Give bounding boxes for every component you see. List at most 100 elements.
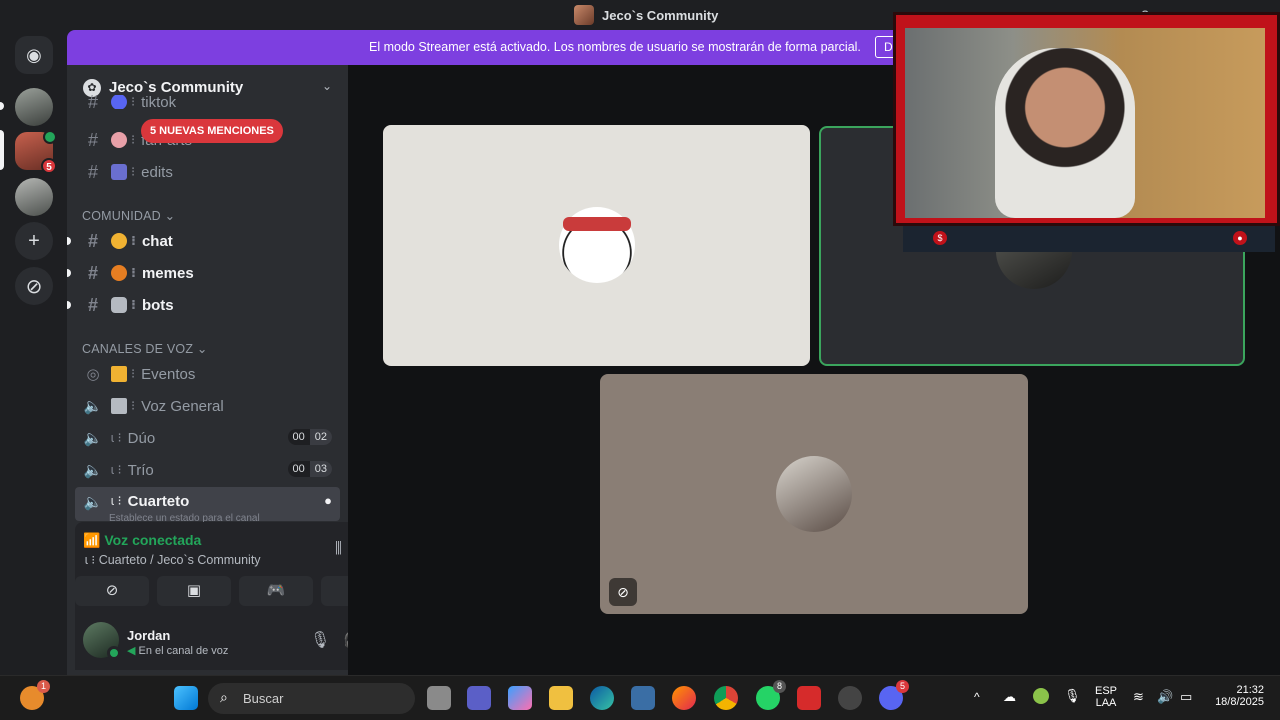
firefox-icon[interactable] — [672, 686, 696, 710]
webcam-footer: $ ● — [903, 226, 1275, 252]
banner-text: El modo Streamer está activado. Los nomb… — [369, 40, 861, 54]
discord-home-icon[interactable]: ◉ — [15, 36, 53, 74]
voice-active-icon — [43, 130, 57, 144]
separator: ⁝ — [131, 366, 136, 381]
soundboard-button[interactable]: ✺ — [321, 576, 348, 606]
channel-memes[interactable]: # ⁝ memes — [67, 258, 340, 288]
channel-tiktok[interactable]: # ⁝ tiktok — [75, 95, 340, 109]
webcam-overlay: $ ● — [893, 12, 1280, 252]
server-icon-jecos-community[interactable]: 5 — [15, 130, 57, 174]
discord-taskbar-icon[interactable]: 5 — [879, 680, 909, 710]
channel-label: Eventos — [141, 365, 196, 383]
server-icon-3[interactable] — [15, 178, 53, 216]
volume-icon[interactable]: 🔊 — [1157, 689, 1173, 705]
voice-location[interactable]: ɩ ⁝ Cuarteto / Jeco`s Community — [85, 552, 261, 567]
chevron-up-icon[interactable]: ^ — [974, 690, 980, 704]
avatar — [776, 456, 852, 532]
category-label: CANALES DE VOZ — [82, 342, 194, 356]
file-explorer-icon[interactable] — [549, 686, 573, 710]
teams-icon[interactable] — [467, 686, 491, 710]
camera-off-icon: ⊘ — [609, 578, 637, 606]
activity-button[interactable]: 🎮 — [239, 576, 313, 606]
channel-emoji-icon — [111, 164, 127, 180]
selected-pill — [0, 130, 4, 170]
noise-suppression-icon[interactable]: ⫼ — [335, 540, 342, 557]
category-community[interactable]: COMUNIDAD ⌄ — [82, 208, 175, 223]
channel-edits[interactable]: # ⁝ edits — [75, 157, 340, 187]
channel-chat[interactable]: # ⁝ chat — [67, 226, 340, 256]
participant-tile-3[interactable]: ⊘ — [600, 374, 1028, 614]
robot-icon — [111, 297, 127, 313]
mic-emoji-icon: ɩ ⁝ — [111, 430, 122, 445]
chevron-down-icon: ⌄ — [321, 79, 332, 93]
channel-sidebar: ✿ Jeco`s Community ⌄ # ⁝ tiktok # ⁝ fan-… — [67, 65, 348, 675]
language-indicator[interactable]: ESP LAA — [1094, 685, 1118, 709]
explore-icon[interactable]: ⊘ — [15, 267, 53, 305]
user-limit-counter: 00 02 — [287, 429, 332, 445]
category-label: COMUNIDAD — [82, 209, 161, 223]
clock[interactable]: 21:32 18/8/2025 — [1208, 684, 1264, 708]
wifi-icon[interactable]: ≋ — [1133, 689, 1144, 705]
whatsapp-icon[interactable]: 8 — [756, 680, 786, 710]
chrome-icon[interactable] — [714, 686, 738, 710]
separator: ⁝ — [131, 95, 136, 109]
online-status-icon — [107, 646, 121, 660]
voice-channel-eventos[interactable]: ◎ ⁝ Eventos — [75, 359, 340, 389]
search-input[interactable]: ⌕ Buscar — [208, 683, 415, 714]
channel-bots[interactable]: # ⁝ bots — [67, 290, 340, 320]
discord-badge: 5 — [896, 680, 909, 693]
channel-label: Trío — [127, 461, 154, 479]
microphone-icon[interactable]: 🎙 — [310, 630, 330, 650]
screen-share-button[interactable]: ▣ — [157, 576, 231, 606]
hash-icon: # — [87, 161, 98, 182]
task-view-icon[interactable] — [427, 686, 451, 710]
channel-label: chat — [141, 232, 173, 250]
battery-icon[interactable]: ▭ — [1180, 689, 1192, 705]
voice-channel-voz-general[interactable]: 🔈 ⁝ Voz General — [75, 391, 340, 421]
widgets-badge: 1 — [37, 680, 50, 693]
copilot-icon[interactable] — [508, 686, 532, 710]
channel-label: Dúo — [127, 429, 156, 447]
widgets-icon[interactable]: 1 — [20, 680, 50, 710]
start-windows-icon[interactable] — [174, 686, 198, 710]
server-icon-1[interactable] — [15, 88, 53, 126]
onedrive-icon[interactable]: ☁ — [1003, 689, 1016, 705]
voice-connected-status[interactable]: 📶 Voz conectada — [83, 532, 201, 549]
app-icon[interactable] — [838, 686, 862, 710]
microphone-tray-icon[interactable]: 🎙 — [1064, 688, 1081, 704]
voice-channel-duo[interactable]: 🔈 ɩ ⁝ Dúo 00 02 — [75, 423, 340, 453]
mic-emoji-icon: ɩ ⁝ — [111, 462, 122, 477]
tray-app-icon[interactable] — [1033, 688, 1049, 704]
time: 21:32 — [1236, 684, 1264, 696]
username[interactable]: Jordan — [127, 628, 170, 643]
chat-bubble-icon[interactable]: ● — [324, 493, 332, 508]
new-mentions-badge[interactable]: 5 NUEVAS MENCIONES — [141, 119, 283, 143]
edge-icon[interactable] — [590, 686, 614, 710]
lang-bottom: LAA — [1095, 697, 1117, 709]
separator: ⁝ — [131, 297, 136, 312]
separator: ⁝ — [131, 233, 136, 248]
search-icon: ⌕ — [220, 689, 228, 705]
separator: ⁝ — [131, 132, 136, 147]
channel-emoji-icon — [111, 233, 127, 249]
date: 18/8/2025 — [1215, 696, 1264, 708]
store-icon[interactable] — [631, 686, 655, 710]
channel-label: Voz General — [141, 397, 224, 415]
category-voice[interactable]: CANALES DE VOZ ⌄ — [82, 341, 208, 356]
unread-indicator — [67, 269, 71, 277]
webcam-video — [905, 28, 1265, 218]
user-status: ◀ En el canal de voz — [127, 644, 228, 657]
channel-label: memes — [141, 264, 194, 282]
camera-off-button[interactable]: ⊘ — [75, 576, 149, 606]
channel-emoji-icon — [111, 95, 127, 109]
channel-label: edits — [141, 163, 173, 181]
participant-tile-1[interactable] — [383, 125, 810, 366]
whatsapp-badge: 8 — [773, 680, 786, 693]
speaker-icon: 🔈 — [83, 430, 103, 447]
wps-office-icon[interactable] — [797, 686, 821, 710]
voice-channel-trio[interactable]: 🔈 ɩ ⁝ Trío 00 03 — [75, 455, 340, 485]
add-server-icon[interactable]: + — [15, 222, 53, 260]
unread-indicator — [67, 237, 71, 245]
user-limit-counter: 00 03 — [287, 461, 332, 477]
voice-channel-cuarteto[interactable]: 🔈 ɩ ⁝ Cuarteto ● Establece un estado par… — [75, 487, 340, 524]
